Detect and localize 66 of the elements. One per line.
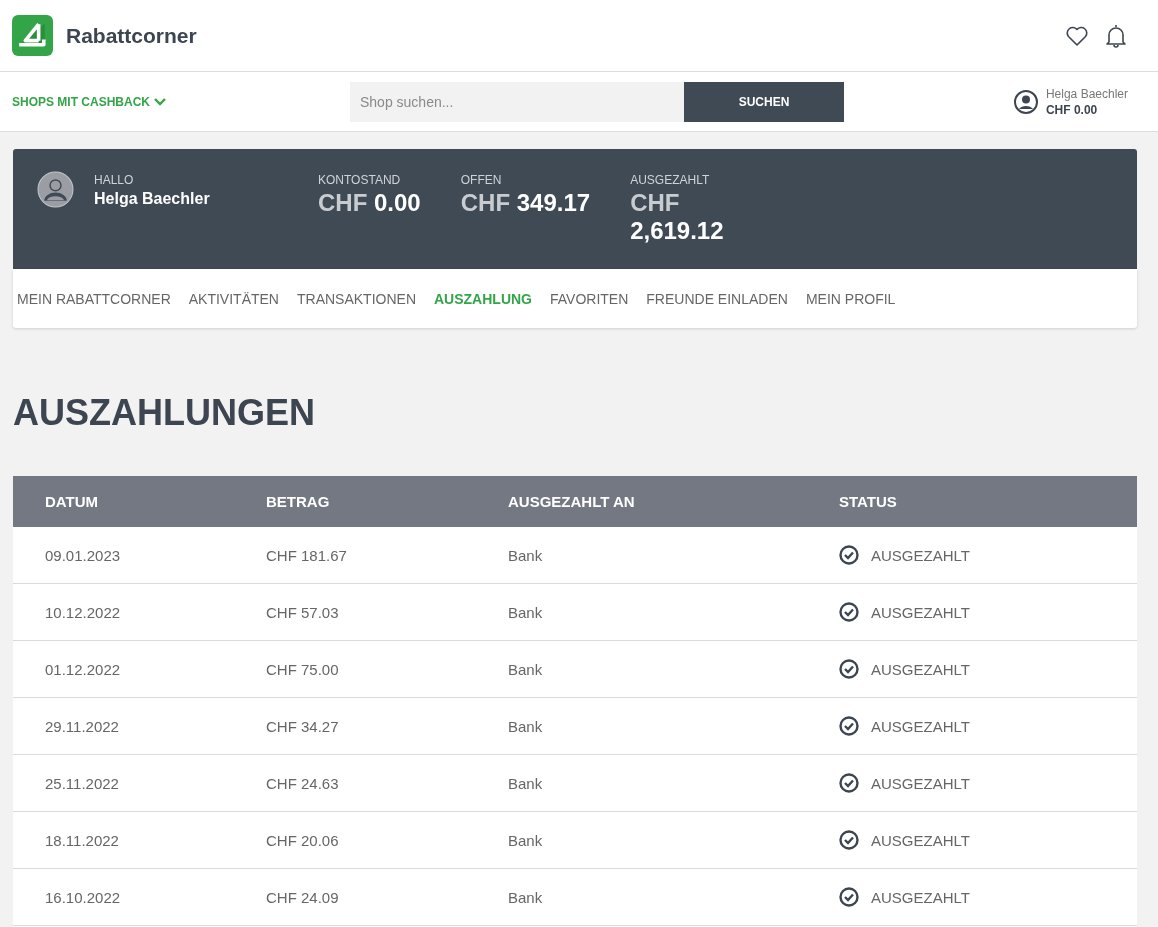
tab[interactable]: MEIN RABATTCORNER xyxy=(17,290,171,307)
check-circle-icon xyxy=(839,773,859,793)
tab[interactable]: AKTIVITÄTEN xyxy=(188,290,279,307)
table-cell-text: Bank xyxy=(508,831,544,849)
tab[interactable]: FREUNDE EINLADEN xyxy=(646,290,788,307)
status-text: AUSGEZAHLT xyxy=(871,660,970,678)
stat-label: KONTOSTAND xyxy=(318,173,402,187)
table-cell-text: 25.11.2022 xyxy=(45,774,120,792)
table-cell-text: Bank xyxy=(508,546,544,564)
stat-value: CHF 2,619.12 xyxy=(630,189,725,245)
table-cell-text: CHF 75.00 xyxy=(266,660,340,678)
table-cell-text: 16.10.2022 xyxy=(45,888,122,906)
table-cell-text: 29.11.2022 xyxy=(45,717,120,735)
table-cell-text: CHF 20.06 xyxy=(266,831,340,849)
column-header: AUSGEZAHLT AN xyxy=(508,493,636,510)
status-text: AUSGEZAHLT xyxy=(871,774,970,792)
check-circle-icon xyxy=(839,659,859,679)
column-header: DATUM xyxy=(45,493,100,510)
table-cell-text: 09.01.2023 xyxy=(45,546,122,564)
table-cell-text: CHF 34.27 xyxy=(266,717,340,735)
check-circle-icon xyxy=(839,602,859,622)
table-cell-text: Bank xyxy=(508,717,544,735)
brand-name[interactable]: Rabattcorner xyxy=(66,23,197,48)
user-icon[interactable] xyxy=(1013,89,1038,114)
table-cell-text: CHF 24.09 xyxy=(266,888,340,906)
check-circle-icon xyxy=(839,887,859,907)
stat-label: AUSGEZAHLT xyxy=(630,173,711,187)
tab[interactable]: FAVORITEN xyxy=(550,290,629,307)
table-cell-text: CHF 24.63 xyxy=(266,774,340,792)
check-circle-icon xyxy=(839,545,859,565)
check-circle-icon xyxy=(839,830,859,850)
logo-icon[interactable] xyxy=(12,15,53,56)
table-cell-text: 01.12.2022 xyxy=(45,660,122,678)
column-header: STATUS xyxy=(839,493,898,510)
page-title: AUSZAHLUNGEN xyxy=(13,392,316,434)
stat-value: CHF 0.00 xyxy=(318,189,421,217)
column-header: BETRAG xyxy=(266,493,331,510)
avatar-icon xyxy=(37,171,74,208)
check-circle-icon xyxy=(839,716,859,736)
user-name: Helga Baechler xyxy=(1045,86,1128,101)
status-text: AUSGEZAHLT xyxy=(871,831,970,849)
table-cell-text: Bank xyxy=(508,603,544,621)
tab[interactable]: TRANSAKTIONEN xyxy=(297,290,416,307)
table-cell-text: 10.12.2022 xyxy=(45,603,122,621)
search-field[interactable]: Shop suchen... xyxy=(350,81,684,122)
account-name: Helga Baechler xyxy=(94,190,210,208)
table-cell-text: Bank xyxy=(508,774,544,792)
bell-icon[interactable] xyxy=(1104,22,1128,49)
table-cell-text: CHF 57.03 xyxy=(266,603,340,621)
stat-label: OFFEN xyxy=(460,173,503,187)
status-text: AUSGEZAHLT xyxy=(871,888,970,906)
status-text: AUSGEZAHLT xyxy=(871,603,970,621)
chevron-down-icon xyxy=(154,97,166,106)
greeting-label: HALLO xyxy=(94,173,135,187)
tab[interactable]: AUSZAHLUNG xyxy=(434,290,532,307)
shops-menu-button[interactable]: SHOPS MIT CASHBACK xyxy=(12,94,350,109)
user-balance: CHF 0.00 xyxy=(1045,102,1099,117)
table-cell-text: CHF 181.67 xyxy=(266,546,348,564)
tab[interactable]: MEIN PROFIL xyxy=(805,290,896,307)
status-text: AUSGEZAHLT xyxy=(871,717,970,735)
stat-value: CHF 349.17 xyxy=(460,189,591,217)
table-cell-text: Bank xyxy=(508,660,544,678)
table-cell-text: 18.11.2022 xyxy=(45,831,120,849)
search-button[interactable]: SUCHEN xyxy=(684,81,844,122)
table-cell-text: Bank xyxy=(508,888,544,906)
status-text: AUSGEZAHLT xyxy=(871,546,970,564)
